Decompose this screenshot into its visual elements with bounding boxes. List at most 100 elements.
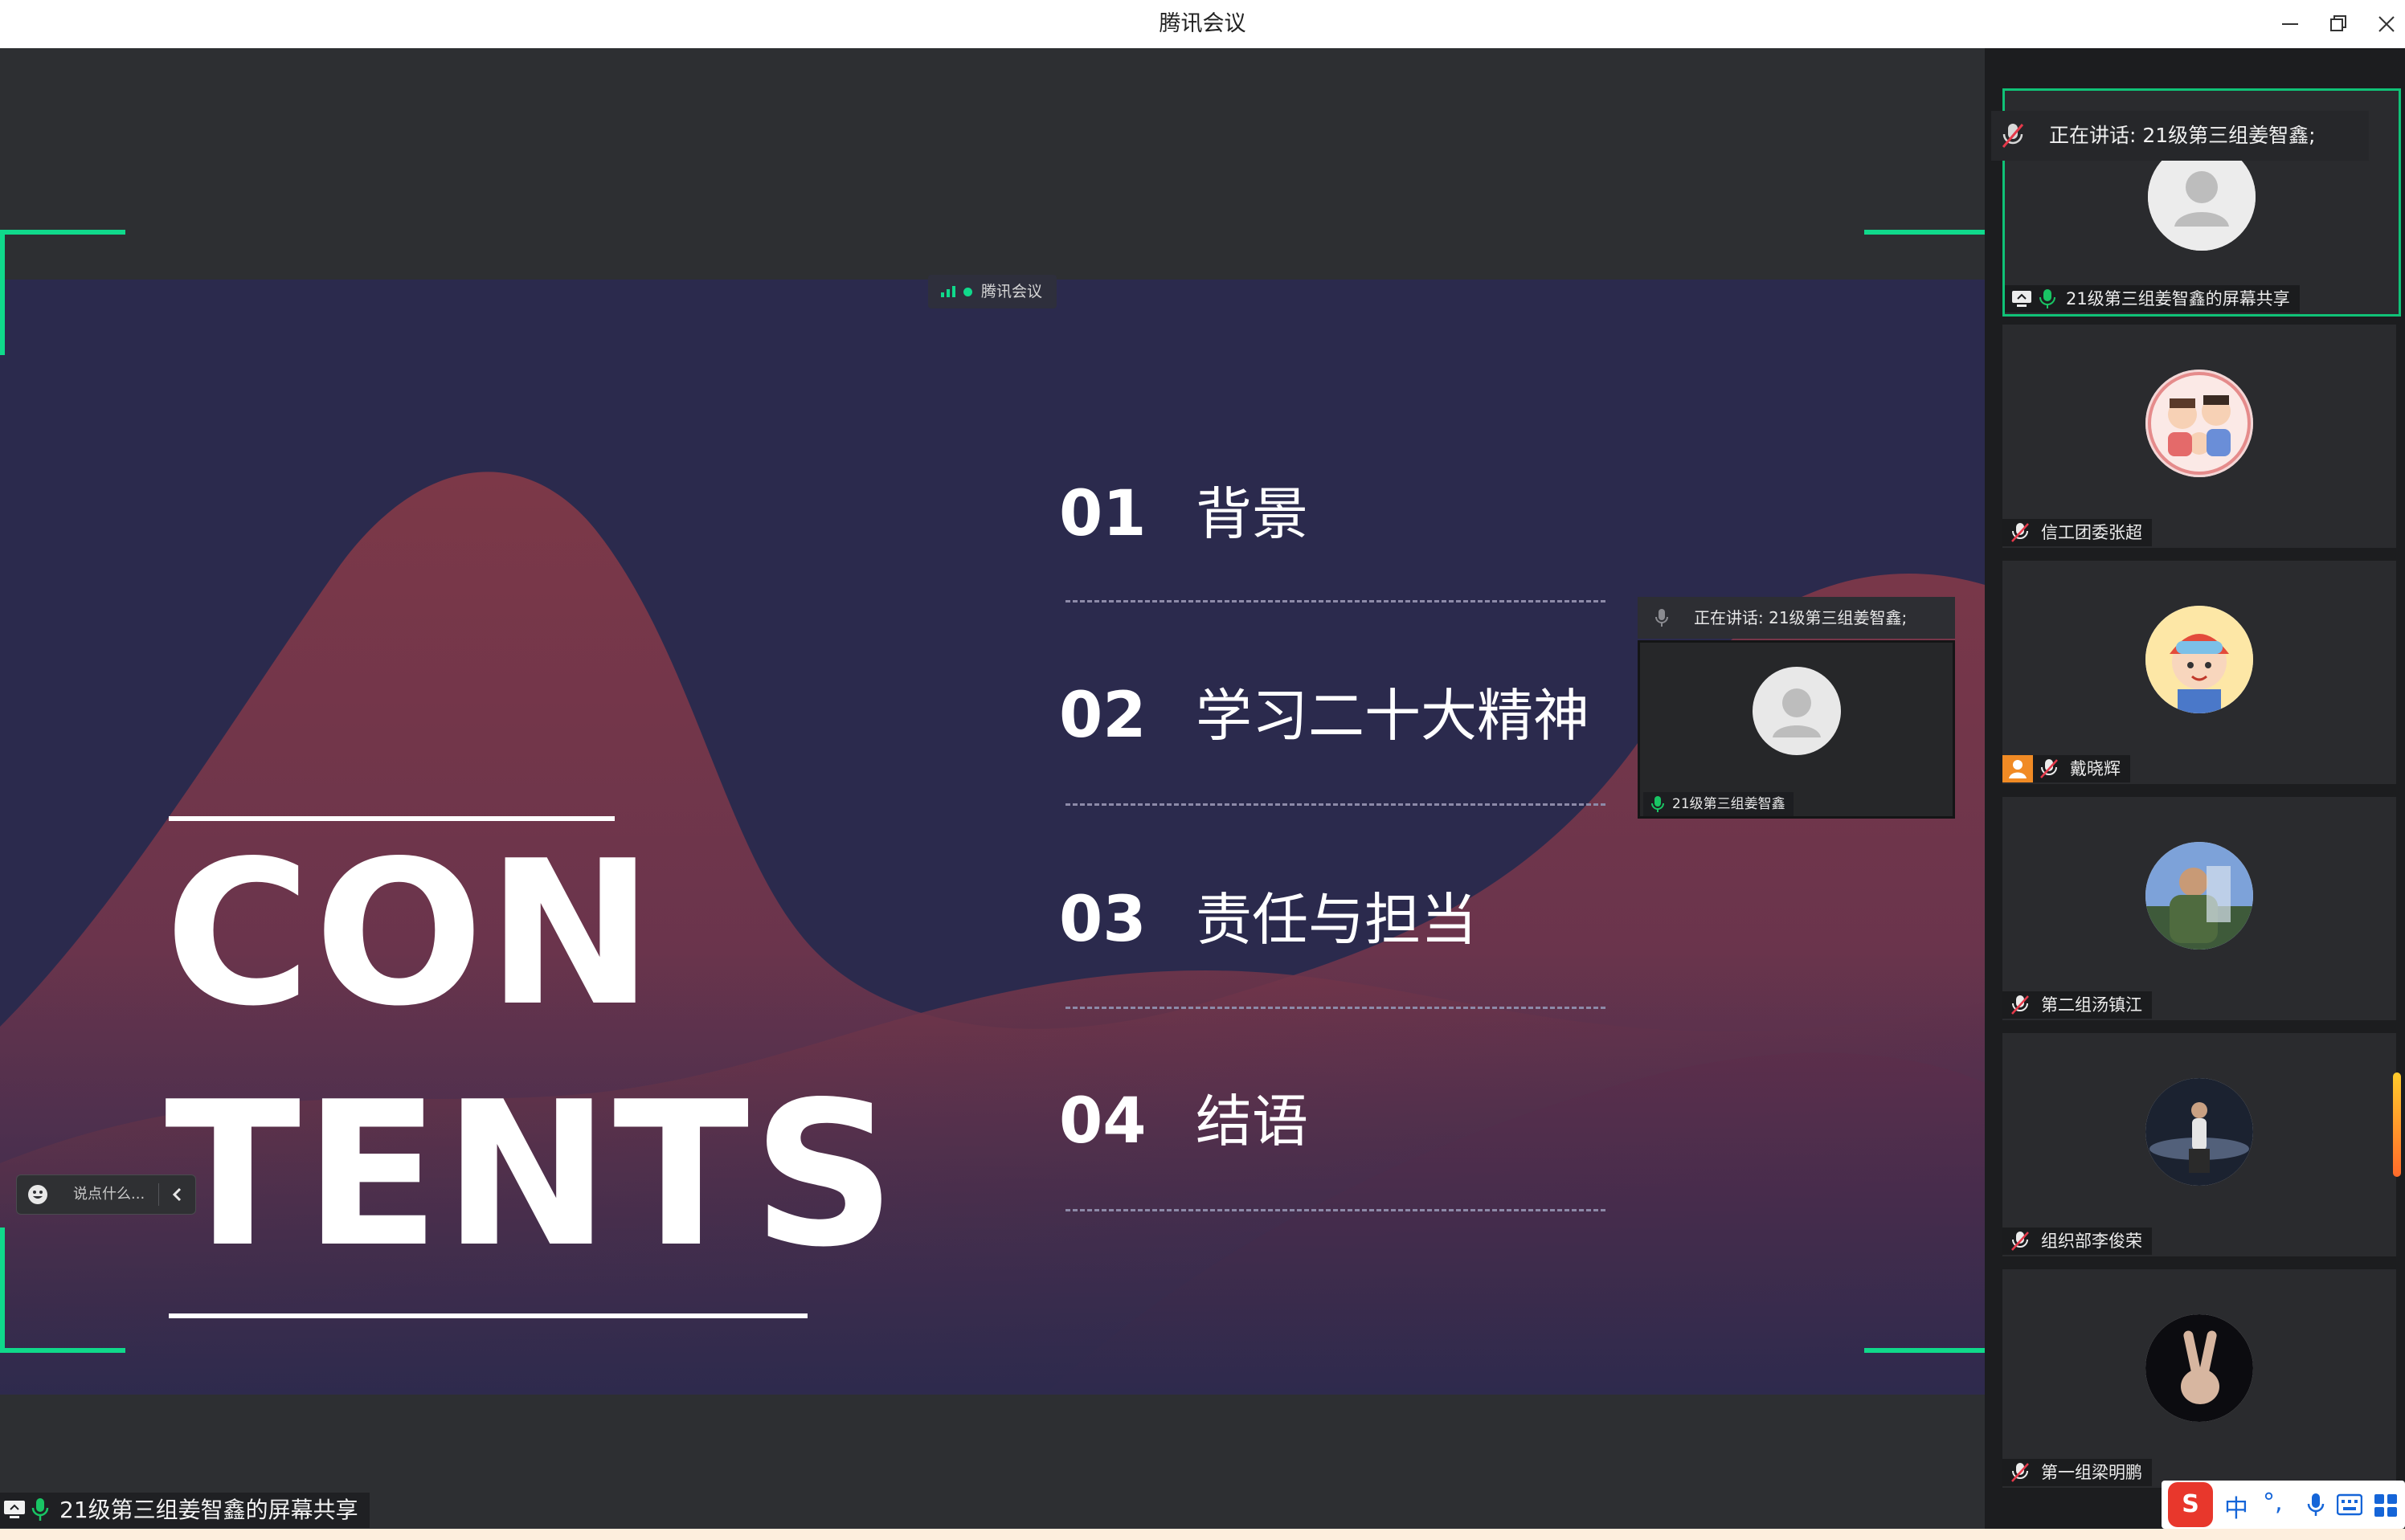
participant-panel: 21级第三组姜智鑫的屏幕共享 信工团委张超 戴晓辉 第二组汤镇江 组织部李俊荣 … [1985,48,2405,1540]
toc-divider [1065,1209,1605,1211]
avatar-image [2145,842,2253,950]
participant-name: 组织部李俊荣 [2041,1232,2142,1251]
avatar-image [2145,606,2253,713]
title-bar: 腾讯会议 [0,0,2405,49]
mic-muted-icon [2011,1232,2029,1251]
recording-dot [963,288,972,296]
share-frame-corner [0,230,125,355]
close-icon [2378,16,2395,32]
screen-share-label-text: 21级第三组姜智鑫的屏幕共享 [59,1497,358,1523]
mini-video-tile: 21级第三组姜智鑫 [1638,640,1955,819]
signal-icon [941,286,955,297]
chat-placeholder[interactable]: 说点什么... [73,1175,145,1214]
toc-divider [1065,803,1605,806]
participant-tile-5[interactable]: 组织部李俊荣 [2002,1033,2396,1256]
mic-active-icon [1651,796,1664,812]
window-title: 腾讯会议 [1159,11,1246,36]
current-speaker-text: 正在讲话: 21级第三组姜智鑫; [2049,124,2316,147]
toc-item-4: 04 结语 [1059,1077,1614,1174]
person-icon [1773,688,1821,737]
toc-text: 学习二十大精神 [1196,683,1589,749]
participant-name: 第一组梁明鹏 [2041,1463,2142,1482]
host-badge [2002,755,2033,782]
screen-share-icon [4,1501,25,1518]
cartoon-girl-avatar [2145,606,2253,713]
toc-text: 责任与担当 [1196,887,1477,953]
avatar-image [2145,370,2253,477]
restore-icon [2330,15,2346,31]
toc-number: 03 [1059,884,1147,956]
mic-muted-icon [2011,995,2029,1015]
participant-label: 21级第三组姜智鑫的屏幕共享 [2005,285,2300,312]
mini-name-label: 21级第三组姜智鑫 [1643,792,1794,816]
participant-tile-6[interactable]: 第一组梁明鹏 [2002,1269,2396,1488]
share-frame-corner [1864,230,1990,355]
participant-label: 第二组汤镇江 [2002,991,2152,1019]
photo-person-avatar [2145,842,2253,950]
mic-muted-icon [2011,1463,2029,1482]
toc-item-1: 01 背景 [1059,470,1614,566]
participant-tile-2[interactable]: 信工团委张超 [2002,325,2396,548]
participant-name: 信工团委张超 [2041,523,2142,542]
mic-icon[interactable] [2306,1492,2325,1518]
mini-name-text: 21级第三组姜智鑫 [1672,796,1785,812]
screen-share-stage: CON TENTS 01 背景 02 学习二十大精神 03 责任与担当 04 结… [0,48,1985,1540]
mini-speaking-text: 正在讲话: 21级第三组姜智鑫; [1694,608,1908,627]
share-frame-corner [1864,1228,1990,1353]
contents-bottom-rule [169,1313,808,1318]
mic-muted-icon [2011,523,2029,542]
toc-item-2: 02 学习二十大精神 [1059,672,1614,768]
default-avatar [1753,667,1841,755]
mic-muted-icon [2002,124,2024,148]
toc-item-3: 03 责任与担当 [1059,876,1614,972]
sogou-logo[interactable]: S [2168,1482,2213,1527]
screen-share-label: 21级第三组姜智鑫的屏幕共享 [0,1493,370,1528]
restore-button[interactable] [2322,8,2354,40]
emoji-icon[interactable] [27,1183,49,1206]
panel-scrollbar[interactable] [2393,1072,2401,1177]
toc-number: 01 [1059,478,1147,550]
avatar-image [2145,1314,2253,1422]
slide-tag-text: 腾讯会议 [981,283,1043,300]
avatar-image [2145,1078,2253,1186]
toc-number: 02 [1059,680,1147,752]
chat-divider [158,1183,159,1206]
chevron-left-icon[interactable] [168,1185,187,1204]
host-person-icon [2009,760,2027,778]
ime-language[interactable]: 中 [2224,1489,2248,1524]
taskbar-edge [0,1529,2405,1540]
participant-name: 第二组汤镇江 [2041,995,2142,1015]
mic-active-icon [2039,289,2055,308]
toc-number: 04 [1059,1085,1147,1158]
mic-active-icon [31,1498,49,1521]
ime-toolbar[interactable]: S 中 °, [2162,1481,2405,1529]
participant-name: 戴晓辉 [2070,759,2121,778]
mini-speaking-bar: 正在讲话: 21级第三组姜智鑫; [1638,597,1955,639]
contents-title-line1: CON [165,819,657,1050]
participant-label: 戴晓辉 [2002,755,2130,782]
close-button[interactable] [2370,8,2403,40]
participant-name: 21级第三组姜智鑫的屏幕共享 [2066,289,2290,308]
minimize-button[interactable] [2274,8,2306,40]
screen-share-icon [2012,291,2031,307]
participant-label: 第一组梁明鹏 [2002,1459,2152,1486]
current-speaker-bar: 正在讲话: 21级第三组姜智鑫; [1991,111,2369,161]
minimize-icon [2282,23,2298,25]
participant-tile-4[interactable]: 第二组汤镇江 [2002,797,2396,1020]
contents-title-line2: TENTS [165,1060,899,1291]
participant-label: 组织部李俊荣 [2002,1228,2152,1255]
share-frame-corner [0,1228,125,1353]
participant-label: 信工团委张超 [2002,519,2152,546]
participant-tile-3[interactable]: 戴晓辉 [2002,561,2396,784]
mic-muted-icon [2040,759,2058,778]
ime-punctuation[interactable]: °, [2263,1489,2283,1517]
toc-divider [1065,600,1605,603]
toc-text: 结语 [1196,1089,1308,1154]
photo-figure-avatar [2145,1078,2253,1186]
keyboard-icon[interactable] [2337,1493,2362,1516]
chat-input-box[interactable]: 说点什么... [16,1174,196,1215]
grid-icon[interactable] [2374,1493,2398,1518]
shared-mini-speaker-window: 正在讲话: 21级第三组姜智鑫; 21级第三组姜智鑫 [1638,597,1955,822]
toc-text: 背景 [1196,481,1308,547]
cartoon-family-avatar [2145,370,2253,477]
